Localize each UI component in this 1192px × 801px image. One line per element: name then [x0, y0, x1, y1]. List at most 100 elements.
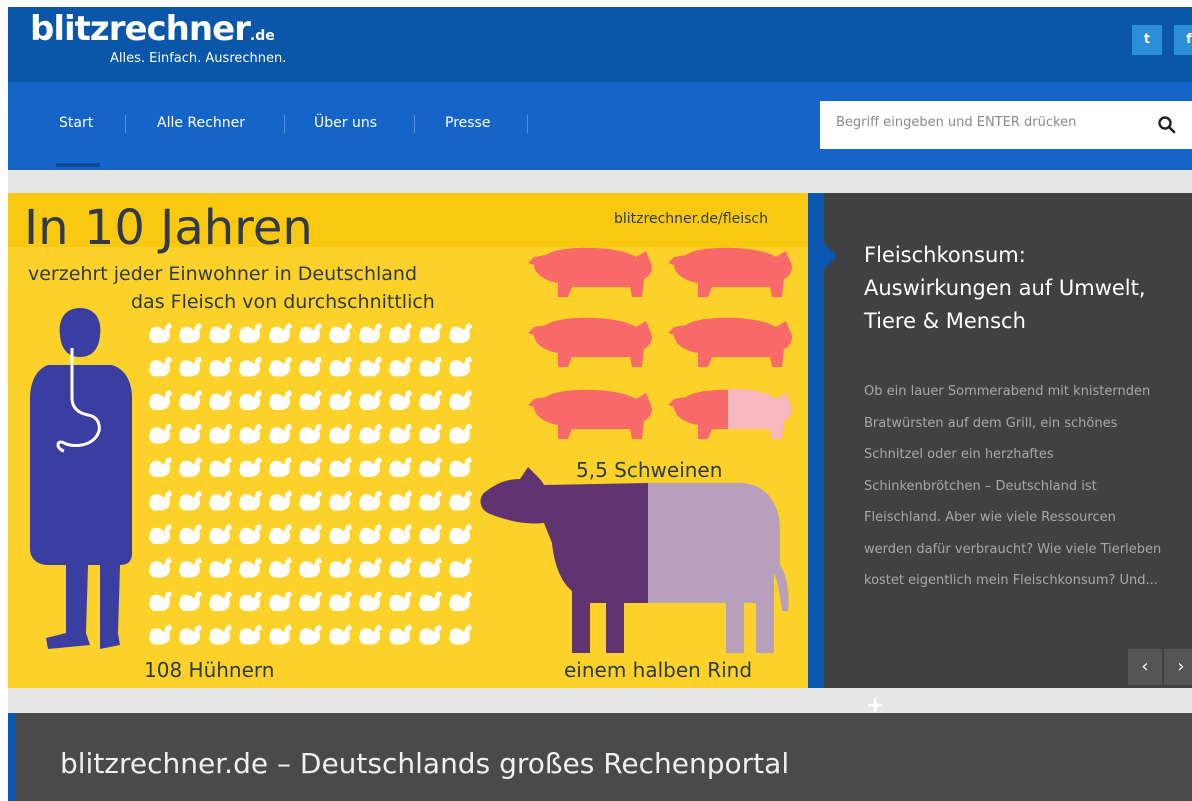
- chicken-icon: [329, 423, 352, 444]
- chicken-icon: [149, 356, 172, 377]
- chicken-icon: [449, 390, 472, 410]
- twitter-icon[interactable]: t: [1132, 25, 1162, 55]
- chicken-icon: [239, 323, 262, 343]
- chicken-icon: [449, 490, 472, 511]
- chicken-icon: [389, 356, 412, 377]
- pig-grid: [528, 247, 792, 439]
- site-logo[interactable]: blitzrechner.de Alles. Einfach. Ausrechn…: [30, 9, 286, 66]
- slider-prev-button[interactable]: ‹: [1128, 649, 1162, 685]
- active-nav-indicator: [56, 163, 100, 167]
- chicken-icon: [359, 624, 382, 645]
- chicken-icon: [239, 490, 262, 511]
- chicken-icon: [299, 356, 322, 377]
- chicken-icon: [179, 390, 202, 410]
- chicken-icon: [359, 390, 382, 410]
- chicken-icon: [149, 557, 172, 578]
- nav-divider: [284, 115, 285, 133]
- chicken-icon: [179, 591, 202, 611]
- nav-divider: [414, 115, 415, 133]
- chicken-icon: [419, 557, 442, 578]
- chicken-icon: [209, 624, 232, 645]
- chicken-icon: [389, 490, 412, 511]
- chicken-icon: [449, 356, 472, 377]
- chicken-icon: [179, 323, 202, 343]
- pig-icon: [528, 247, 652, 297]
- chicken-icon: [359, 591, 382, 611]
- chicken-icon: [269, 423, 292, 444]
- nav-item-start[interactable]: Start: [59, 113, 93, 133]
- chicken-icon: [149, 323, 172, 343]
- chicken-icon: [419, 356, 442, 377]
- article-excerpt: Ob ein lauer Sommerabend mit knisternden…: [864, 384, 1162, 588]
- chicken-icon: [389, 423, 412, 444]
- chicken-icon: [449, 423, 472, 444]
- chicken-icon: [299, 390, 322, 410]
- nav-item-presse[interactable]: Presse: [445, 113, 490, 133]
- chicken-icon: [149, 423, 172, 444]
- chicken-icon: [299, 423, 322, 444]
- chicken-icon: [299, 557, 322, 578]
- chicken-icon: [419, 457, 442, 477]
- chicken-icon: [149, 490, 172, 511]
- chicken-icon: [179, 423, 202, 444]
- chicken-icon: [329, 457, 352, 477]
- chicken-icon: [419, 591, 442, 611]
- chicken-icon: [389, 390, 412, 410]
- panel-accent-bar: [808, 193, 824, 688]
- chicken-icon: [449, 323, 472, 343]
- chicken-icon: [419, 624, 442, 645]
- chicken-icon: [299, 457, 322, 477]
- nav-item-ueber-uns[interactable]: Über uns: [314, 113, 377, 133]
- chicken-icon: [329, 356, 352, 377]
- logo-tld: .de: [249, 28, 275, 44]
- chicken-icon: [239, 390, 262, 410]
- chickens-label: 108 Hühnern: [144, 658, 275, 682]
- chicken-icon: [329, 591, 352, 611]
- chicken-icon: [269, 356, 292, 377]
- chicken-icon: [149, 390, 172, 410]
- facebook-icon[interactable]: f: [1174, 25, 1192, 55]
- chicken-icon: [449, 624, 472, 645]
- infographic-image[interactable]: In 10 Jahren blitzrechner.de/fleisch ver…: [8, 193, 808, 688]
- chicken-icon: [209, 557, 232, 578]
- chicken-icon: [329, 624, 352, 645]
- article-title[interactable]: Fleischkonsum: Auswirkungen auf Umwelt, …: [864, 239, 1164, 338]
- chicken-icon: [149, 524, 172, 544]
- chicken-icon: [269, 390, 292, 410]
- chicken-icon: [209, 490, 232, 511]
- chicken-icon: [359, 490, 382, 511]
- chicken-icon: [329, 323, 352, 343]
- chicken-icon: [359, 557, 382, 578]
- chicken-icon: [269, 624, 292, 645]
- chicken-icon: [209, 423, 232, 444]
- search-placeholder: Begriff eingeben und ENTER drücken: [836, 115, 1077, 130]
- chicken-icon: [359, 356, 382, 377]
- chicken-icon: [329, 524, 352, 544]
- chicken-icon: [329, 557, 352, 578]
- chicken-icon: [269, 323, 292, 343]
- chicken-icon: [419, 423, 442, 444]
- chicken-icon: [269, 490, 292, 511]
- nav-item-alle-rechner[interactable]: Alle Rechner: [157, 113, 245, 133]
- pig-icon: [528, 317, 652, 367]
- chicken-icon: [179, 624, 202, 645]
- search-icon[interactable]: [1156, 114, 1178, 136]
- infographic-illustration: [30, 247, 792, 653]
- chicken-icon: [299, 591, 322, 611]
- chicken-icon: [239, 557, 262, 578]
- pig-icon: [528, 389, 652, 439]
- chicken-icon: [179, 356, 202, 377]
- chicken-icon: [239, 423, 262, 444]
- search-input[interactable]: Begriff eingeben und ENTER drücken: [820, 101, 1192, 149]
- half-pig-icon: [728, 389, 792, 439]
- person-icon: [30, 308, 132, 649]
- chicken-icon: [239, 457, 262, 477]
- chicken-icon: [239, 624, 262, 645]
- chicken-icon: [389, 624, 412, 645]
- chicken-icon: [149, 591, 172, 611]
- chicken-icon: [449, 557, 472, 578]
- slider-next-button[interactable]: ›: [1164, 649, 1192, 685]
- main-navigation: Start Alle Rechner Über uns Presse Begri…: [8, 82, 1192, 170]
- chicken-icon: [359, 457, 382, 477]
- banner-accent-bar: [8, 713, 16, 801]
